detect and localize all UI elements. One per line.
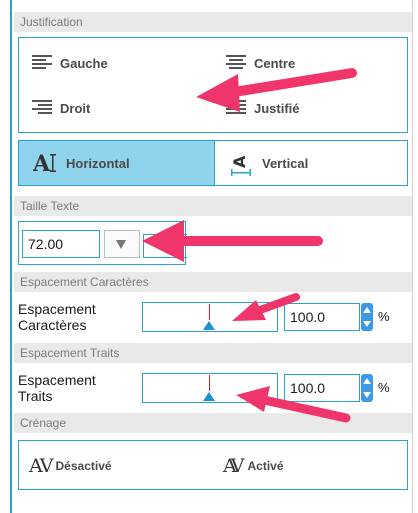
justify-right-label: Droit [60, 100, 91, 116]
chevron-down-icon [116, 240, 126, 249]
orientation-vertical-toggle[interactable]: A Vertical [214, 140, 408, 186]
section-line-spacing-header: Espacement Traits [14, 343, 412, 363]
text-size-box: 72.00 [18, 221, 187, 265]
text-size-input[interactable]: 72.00 [22, 230, 100, 258]
align-left-icon [31, 53, 53, 73]
line-spacing-label-line2: Traits [18, 388, 53, 404]
kerning-on-label: Activé [247, 459, 284, 473]
char-spacing-unit: % [378, 309, 390, 324]
line-spacing-label: Espacement Traits [18, 372, 96, 404]
justify-full-label: Justifié [254, 100, 300, 116]
kerning-off-label: Désactivé [55, 459, 112, 473]
text-vertical-icon: A [229, 150, 255, 176]
justify-center-label: Centre [254, 55, 296, 71]
kerning-on-button[interactable]: AV Activé [223, 455, 284, 477]
char-spacing-default-marker [209, 304, 210, 320]
line-spacing-unit: % [378, 380, 390, 395]
char-spacing-input[interactable]: 100.0 [284, 303, 360, 331]
section-justification-header: Justification [14, 12, 412, 32]
text-settings-panel: Justification Gauche Centre Droit Justif… [14, 0, 412, 513]
line-spacing-stepper[interactable] [361, 374, 373, 402]
section-char-spacing-header: Espacement Caractères [14, 272, 412, 292]
char-spacing-slider-thumb[interactable] [203, 321, 215, 330]
align-right-icon [31, 98, 53, 118]
svg-text:A: A [230, 155, 249, 168]
kerning-box: AV Désactivé AV Activé [18, 440, 408, 490]
line-spacing-default-marker [209, 375, 210, 391]
kerning-icon: AV [223, 455, 244, 477]
justify-right-button[interactable]: Droit [31, 98, 90, 118]
char-spacing-label-line2: Caractères [18, 317, 87, 333]
line-spacing-slider-thumb[interactable] [203, 392, 215, 401]
panel-right-border [412, 0, 413, 513]
line-spacing-input[interactable]: 100.0 [284, 374, 360, 402]
svg-text:A: A [33, 151, 51, 175]
justify-center-button[interactable]: Centre [225, 53, 295, 73]
char-spacing-label: Espacement Caractères [18, 301, 96, 333]
justify-full-button[interactable]: Justifié [225, 98, 300, 118]
text-size-unit-box[interactable] [143, 234, 187, 258]
kerning-off-button[interactable]: AV Désactivé [29, 455, 112, 477]
line-spacing-label-line1: Espacement [18, 372, 96, 388]
align-center-icon [225, 53, 247, 73]
orientation-horizontal-label: Horizontal [66, 155, 130, 171]
kerning-icon: AV [29, 455, 53, 477]
char-spacing-label-line1: Espacement [18, 301, 96, 317]
section-text-size-header: Taille Texte [14, 196, 412, 216]
text-horizontal-icon: A [33, 151, 59, 175]
orientation-vertical-label: Vertical [262, 155, 309, 171]
char-spacing-slider[interactable] [142, 302, 278, 332]
section-kerning-header: Crénage [14, 413, 412, 433]
line-spacing-slider[interactable] [142, 373, 278, 403]
orientation-horizontal-toggle[interactable]: A Horizontal [18, 140, 215, 186]
justify-left-button[interactable]: Gauche [31, 53, 108, 73]
align-justify-icon [225, 98, 247, 118]
justify-left-label: Gauche [60, 55, 108, 71]
text-size-dropdown-button[interactable] [104, 230, 140, 258]
panel-left-border [10, 0, 12, 513]
justification-box: Gauche Centre Droit Justifié [18, 37, 408, 133]
char-spacing-stepper[interactable] [361, 303, 373, 331]
